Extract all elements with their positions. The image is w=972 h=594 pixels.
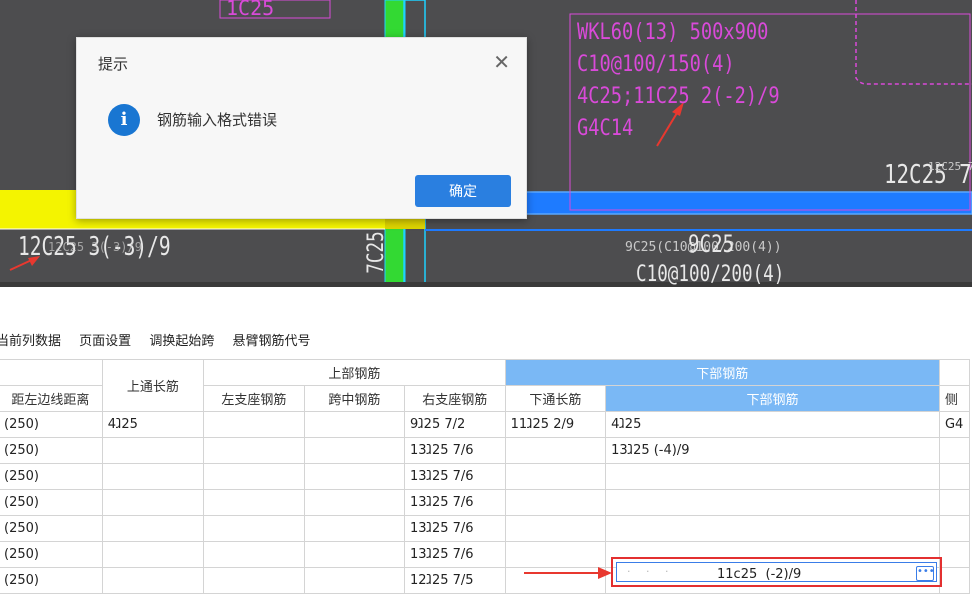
header-left-dist[interactable]: 距左边线距离 [0,385,103,412]
rebar-label: 4C25;11C25 2(-2)/9 [577,84,780,109]
cell-dist[interactable]: (250) [0,515,103,542]
cell-left-support[interactable] [203,541,305,568]
cell-right-support[interactable]: 13ⱹ25 7/6 [404,463,506,490]
cell-side[interactable] [938,541,971,568]
table-row[interactable]: (250) 13ⱹ25 7/6 [0,463,971,490]
header-row-1: 上通长筋 上部钢筋 下部钢筋 [0,359,971,412]
annotation-curve [855,0,972,85]
cell-side[interactable] [938,489,971,516]
side-rebar-label: G4C14 [577,116,634,141]
cell-dist[interactable]: (250) [0,489,103,516]
stirrup-label: C10@100/150(4) [577,52,735,77]
cell-dist[interactable]: (250) [0,541,103,568]
cell-dist[interactable]: (250) [0,567,103,594]
cell-top-through[interactable] [101,541,205,568]
cell-mid-span[interactable] [303,567,406,594]
cell-side[interactable] [938,515,971,542]
cell-left-support[interactable] [203,567,305,594]
cell-mid-span[interactable] [303,515,406,542]
cell-mid-span[interactable] [303,411,406,438]
ok-button[interactable]: 确定 [415,175,511,207]
cell-top-through[interactable] [101,489,205,516]
dialog-title: 提示 [98,55,129,73]
cell-right-support[interactable]: 13ⱹ25 7/6 [404,489,506,516]
edit-value: 11c25 (-2)/9 [717,567,802,582]
rebar-edit-input[interactable]: · · · 11c25 (-2)/9 ••• [616,562,937,582]
cell-bottom-through[interactable] [504,463,607,490]
header-blank [0,359,103,386]
table-row[interactable]: (250) 13ⱹ25 7/6 [0,489,971,516]
cell-bottom-through[interactable] [504,515,607,542]
table-row[interactable]: (250) 13ⱹ25 7/6 [0,515,971,542]
top-fragment-label: 1C25 [226,0,275,20]
cell-bottom[interactable] [605,489,940,516]
cell-side[interactable] [938,567,971,594]
cell-right-support[interactable]: 13ⱹ25 7/6 [404,515,506,542]
cell-bottom[interactable] [605,515,940,542]
cell-bottom[interactable] [605,463,940,490]
edit-faint-text: · · · [627,565,675,578]
header-top-group[interactable]: 上部钢筋 [203,359,506,386]
panel-gap [0,287,972,322]
header-blank-right [938,359,971,386]
red-arrow-annotation [524,567,612,579]
header-bottom-through[interactable]: 下通长筋 [504,385,607,412]
toolbar-item-swap-span[interactable]: 调换起始跨 [149,334,214,349]
cell-right-support[interactable]: 9ⱹ25 7/2 [404,411,506,438]
cell-dist[interactable]: (250) [0,411,103,438]
cell-right-support[interactable]: 13ⱹ25 7/6 [404,437,506,464]
cell-mid-span[interactable] [303,463,406,490]
mid-big-label: 9C25 [688,230,735,258]
cell-side[interactable] [938,437,971,464]
cell-dist[interactable]: (250) [0,463,103,490]
header-bottom[interactable]: 下部钢筋 [605,385,940,412]
cell-bottom[interactable]: 13ⱹ25 (-4)/9 [605,437,940,464]
cell-mid-span[interactable] [303,489,406,516]
cell-left-support[interactable] [203,489,305,516]
table-toolbar: 当前列数据 页面设置 调换起始跨 悬臂钢筋代号 [0,330,968,352]
mid-stirrup-label: C10@100/200(4) [636,262,785,287]
cell-left-support[interactable] [203,515,305,542]
left-bottom-overlay-label: 12C25 3(-3)/9 [48,240,142,254]
header-top-through[interactable]: 上通长筋 [101,359,205,412]
cell-top-through[interactable] [101,463,205,490]
cell-right-support[interactable]: 13ⱹ25 7/6 [404,541,506,568]
cell-side[interactable]: G4 [938,411,971,438]
header-right-support[interactable]: 右支座钢筋 [404,385,506,412]
info-icon: i [108,104,140,136]
cell-top-through[interactable]: 4ⱹ25 [101,411,205,438]
cell-top-through[interactable] [101,567,205,594]
dialog-message: 钢筋输入格式错误 [157,111,278,129]
close-icon[interactable]: ✕ [493,50,510,74]
table-row[interactable]: (250) 4ⱹ25 9ⱹ25 7/2 11ⱹ25 2/9 4ⱹ25 G4 [0,411,971,438]
editing-cell-highlight: · · · 11c25 (-2)/9 ••• [611,557,942,587]
cell-left-support[interactable] [203,463,305,490]
cell-left-support[interactable] [203,411,305,438]
error-dialog: 提示 ✕ i 钢筋输入格式错误 确定 [76,37,527,219]
header-side[interactable]: 侧 [938,385,971,412]
column-rebar-label: 7C25 [363,231,389,274]
cell-bottom-through[interactable] [504,489,607,516]
cell-left-support[interactable] [203,437,305,464]
ellipsis-button[interactable]: ••• [916,566,935,581]
toolbar-item-current-column[interactable]: 当前列数据 [0,334,61,349]
cell-bottom-through[interactable]: 11ⱹ25 2/9 [504,411,607,438]
cell-mid-span[interactable] [303,437,406,464]
header-left-support[interactable]: 左支座钢筋 [203,385,305,412]
cell-right-support[interactable]: 12ⱹ25 7/5 [404,567,506,594]
toolbar-item-page-settings[interactable]: 页面设置 [79,334,131,349]
cell-top-through[interactable] [101,437,205,464]
cell-bottom[interactable]: 4ⱹ25 [605,411,940,438]
header-bottom-group[interactable]: 下部钢筋 [504,359,940,386]
cell-top-through[interactable] [101,515,205,542]
cell-bottom-through[interactable] [504,437,607,464]
header-mid-span[interactable]: 跨中钢筋 [303,385,406,412]
beam-name-label: WKL60(13) 500x900 [577,20,769,45]
right-rebar-small-label: 12C25 7/5 [928,160,972,173]
cell-mid-span[interactable] [303,541,406,568]
cell-dist[interactable]: (250) [0,437,103,464]
cell-side[interactable] [938,463,971,490]
toolbar-item-cantilever-code[interactable]: 悬臂钢筋代号 [232,334,310,349]
table-row[interactable]: (250) 13ⱹ25 7/6 13ⱹ25 (-4)/9 [0,437,971,464]
